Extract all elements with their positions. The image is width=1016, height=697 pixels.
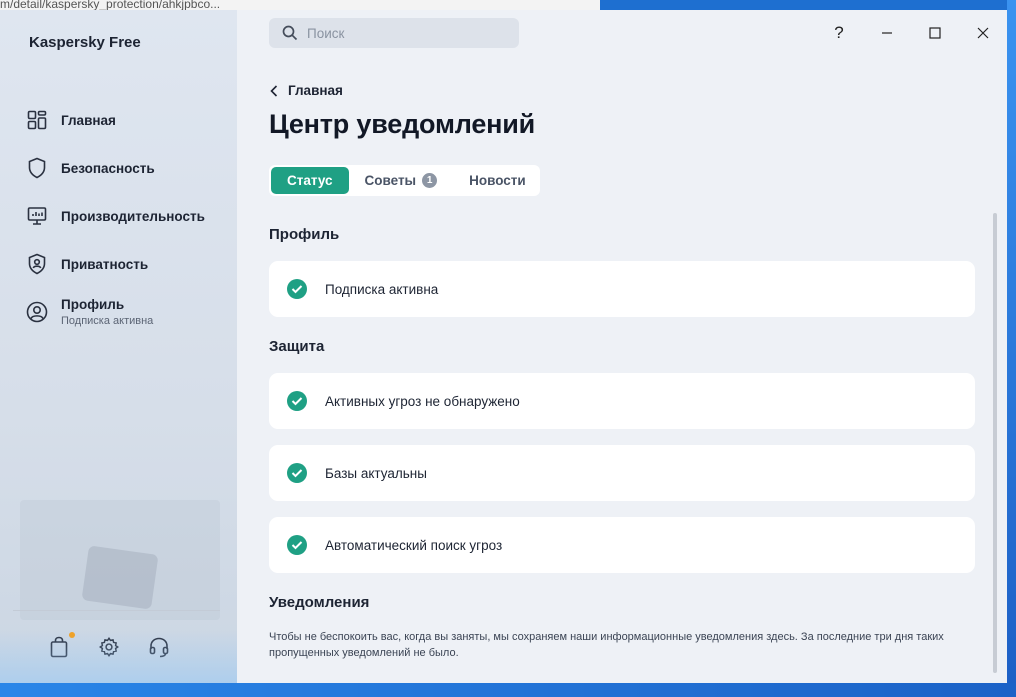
- blurred-backdrop-shape: [81, 545, 159, 610]
- taskbar-edge: [0, 683, 1016, 697]
- scrollbar[interactable]: [993, 213, 997, 673]
- check-circle-icon: [287, 463, 307, 483]
- tab-label: Советы: [364, 173, 417, 188]
- tab-status[interactable]: Статус: [271, 167, 349, 194]
- status-text: Активных угроз не обнаружено: [325, 393, 520, 409]
- tab-bar: Статус Советы 1 Новости: [269, 165, 540, 196]
- search-input[interactable]: [305, 24, 509, 42]
- shop-bag-icon[interactable]: [48, 632, 75, 659]
- chevron-left-icon: [270, 84, 278, 97]
- user-icon: [26, 301, 48, 323]
- status-card-threats[interactable]: Активных угроз не обнаружено: [269, 373, 975, 429]
- sidebar-nav: Главная Безопасность Производительность …: [0, 96, 237, 336]
- tab-label: Статус: [287, 173, 333, 188]
- subscription-status: Подписка активна: [61, 315, 154, 327]
- status-text: Автоматический поиск угроз: [325, 537, 503, 553]
- desktop-background: [1007, 0, 1016, 697]
- sidebar-bottom-actions: [48, 632, 170, 659]
- privacy-shield-icon: [26, 253, 48, 275]
- status-card-databases[interactable]: Базы актуальны: [269, 445, 975, 501]
- breadcrumb-back[interactable]: Главная: [270, 83, 343, 98]
- tab-news[interactable]: Новости: [453, 167, 542, 194]
- headset-icon[interactable]: [148, 635, 170, 659]
- sidebar-item-profile[interactable]: Профиль Подписка активна: [0, 288, 237, 336]
- sidebar-item-label: Приватность: [61, 256, 149, 272]
- help-icon: ?: [834, 23, 844, 42]
- gear-icon[interactable]: [98, 635, 120, 659]
- close-icon: [977, 27, 989, 39]
- app-title: Kaspersky Free: [29, 34, 141, 51]
- sidebar: Kaspersky Free Главная Безопасность Прои…: [0, 10, 237, 683]
- sidebar-item-label: Безопасность: [61, 160, 155, 176]
- status-card-auto-scan[interactable]: Автоматический поиск угроз: [269, 517, 975, 573]
- sidebar-item-label: Производительность: [61, 208, 205, 224]
- count-badge: 1: [422, 173, 438, 188]
- breadcrumb-label: Главная: [288, 83, 343, 98]
- shield-icon: [26, 157, 48, 179]
- status-text: Подписка активна: [325, 281, 439, 297]
- status-text: Базы актуальны: [325, 465, 427, 481]
- sidebar-item-security[interactable]: Безопасность: [0, 144, 237, 192]
- monitor-icon: [26, 205, 48, 227]
- sidebar-item-label: Профиль: [61, 297, 125, 312]
- check-circle-icon: [287, 391, 307, 411]
- status-card-subscription[interactable]: Подписка активна: [269, 261, 975, 317]
- search-box[interactable]: [269, 18, 519, 48]
- notifications-info-text: Чтобы не беспокоить вас, когда вы заняты…: [269, 631, 944, 659]
- close-button[interactable]: [971, 21, 995, 45]
- page-title: Центр уведомлений: [269, 109, 536, 139]
- tab-label: Новости: [469, 173, 526, 188]
- sidebar-item-performance[interactable]: Производительность: [0, 192, 237, 240]
- kaspersky-window: Kaspersky Free Главная Безопасность Прои…: [0, 10, 1007, 683]
- check-circle-icon: [287, 279, 307, 299]
- section-title-notifications: Уведомления: [269, 594, 370, 611]
- maximize-icon: [929, 27, 941, 39]
- search-icon: [282, 25, 298, 41]
- divider: [13, 610, 220, 611]
- section-title-protection: Защита: [269, 338, 325, 355]
- dashboard-icon: [26, 109, 48, 131]
- sidebar-item-privacy[interactable]: Приватность: [0, 240, 237, 288]
- check-circle-icon: [287, 535, 307, 555]
- sidebar-item-home[interactable]: Главная: [0, 96, 237, 144]
- minimize-button[interactable]: [875, 21, 899, 45]
- tab-tips[interactable]: Советы 1: [349, 167, 454, 194]
- maximize-button[interactable]: [923, 21, 947, 45]
- notification-dot: [69, 632, 75, 638]
- minimize-icon: [882, 32, 892, 34]
- sidebar-item-label: Главная: [61, 112, 116, 128]
- help-button[interactable]: ?: [827, 21, 851, 45]
- section-title-profile: Профиль: [269, 226, 340, 243]
